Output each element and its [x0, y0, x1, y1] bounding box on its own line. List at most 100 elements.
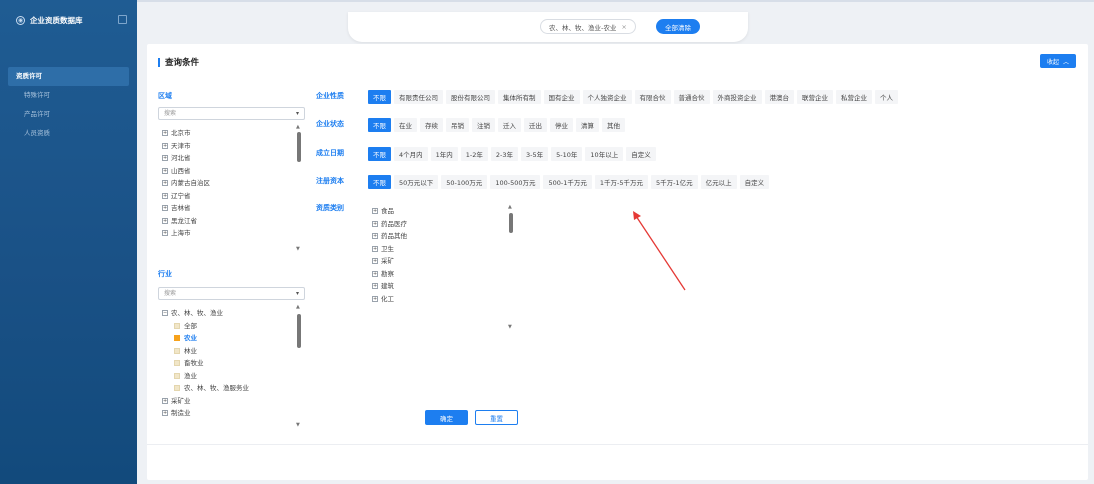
checkbox[interactable] [174, 347, 180, 354]
reset-button[interactable]: 重置 [475, 410, 518, 425]
option-chip[interactable]: 500-1千万元 [543, 175, 592, 189]
tree-item[interactable]: + 辽宁省 [162, 190, 292, 203]
option-chip[interactable]: 10年以上 [585, 147, 624, 161]
sidebar-item-product-permit[interactable]: 产品许可 [8, 105, 129, 124]
checkbox-checked[interactable] [174, 335, 180, 342]
expand-icon[interactable]: + [372, 258, 378, 265]
option-chip[interactable]: 有限合伙 [634, 90, 671, 104]
option-chip[interactable]: 不限 [368, 175, 391, 189]
expand-icon[interactable]: + [162, 192, 168, 199]
option-chip[interactable]: 自定义 [739, 175, 770, 189]
expand-icon[interactable]: + [162, 230, 168, 237]
tree-item[interactable]: + 药品医疗 [372, 218, 502, 231]
tree-item[interactable]: + 内蒙古自治区 [162, 177, 292, 190]
tree-item[interactable]: + 采矿业 [162, 395, 292, 408]
sidebar-item-qualification[interactable]: 资质许可 [8, 67, 129, 86]
clear-all-button[interactable]: 全部清除 [656, 19, 700, 34]
remove-filter-icon[interactable]: × [621, 23, 626, 31]
tree-item[interactable]: + 食品 [372, 205, 502, 218]
tree-item[interactable]: 农、林、牧、渔服务业 [162, 382, 292, 395]
sidebar-collapse-icon[interactable] [118, 15, 127, 24]
option-chip[interactable]: 停业 [550, 118, 573, 132]
option-chip[interactable]: 5-10年 [551, 147, 583, 161]
expand-icon[interactable]: + [372, 270, 378, 277]
tree-item[interactable]: 渔业 [162, 370, 292, 383]
scroll-thumb[interactable] [297, 132, 301, 162]
industry-scrollbar[interactable]: ▲ ▼ [296, 304, 302, 428]
option-chip[interactable]: 1-2年 [460, 147, 488, 161]
tree-item[interactable]: + 制造业 [162, 407, 292, 420]
tree-item[interactable]: + 建筑 [372, 280, 502, 293]
option-chip[interactable]: 迁出 [524, 118, 547, 132]
option-chip[interactable]: 外商投资企业 [712, 90, 762, 104]
expand-icon[interactable]: + [372, 295, 378, 302]
region-scrollbar[interactable]: ▲ ▼ [296, 124, 302, 252]
tree-item[interactable]: + 化工 [372, 293, 502, 306]
expand-icon[interactable]: + [162, 130, 168, 137]
expand-icon[interactable]: + [372, 283, 378, 290]
option-chip[interactable]: 清算 [576, 118, 599, 132]
option-chip[interactable]: 港澳台 [764, 90, 794, 104]
tree-item[interactable]: 畜牧业 [162, 357, 292, 370]
option-chip[interactable]: 5千万-1亿元 [651, 175, 698, 189]
scroll-down-icon[interactable]: ▼ [296, 422, 300, 428]
active-filter-tag[interactable]: 农、林、牧、渔业-农业 × [540, 19, 636, 34]
expand-icon[interactable]: + [162, 180, 168, 187]
scroll-thumb[interactable] [297, 314, 301, 348]
tree-item[interactable]: + 北京市 [162, 127, 292, 140]
option-chip[interactable]: 不限 [368, 118, 391, 132]
expand-icon[interactable]: + [162, 142, 168, 149]
option-chip[interactable]: 私营企业 [836, 90, 872, 104]
tree-item-selected[interactable]: 农业 [162, 332, 292, 345]
option-chip[interactable]: 普通合伙 [673, 90, 710, 104]
option-chip[interactable]: 集体所有制 [498, 90, 541, 104]
qualification-scrollbar[interactable]: ▲ ▼ [508, 204, 514, 330]
option-chip[interactable]: 亿元以上 [700, 175, 737, 189]
option-chip[interactable]: 在业 [394, 118, 417, 132]
expand-icon[interactable]: + [372, 233, 378, 240]
option-chip[interactable]: 国有企业 [543, 90, 580, 104]
option-chip[interactable]: 4个月内 [394, 147, 428, 161]
industry-search-input[interactable]: 搜索 ▾ [158, 287, 305, 300]
option-chip[interactable]: 1年内 [430, 147, 458, 161]
option-chip[interactable]: 迁入 [498, 118, 521, 132]
option-chip[interactable]: 联营企业 [797, 90, 833, 104]
scroll-down-icon[interactable]: ▼ [296, 246, 300, 252]
tree-item[interactable]: + 卫生 [372, 243, 502, 256]
option-chip[interactable]: 1千万-5千万元 [594, 175, 648, 189]
tree-group[interactable]: − 农、林、牧、渔业 [162, 307, 292, 320]
scroll-up-icon[interactable]: ▲ [296, 124, 300, 130]
option-chip[interactable]: 50万元以下 [394, 175, 439, 189]
expand-icon[interactable]: + [162, 410, 168, 417]
option-chip[interactable]: 不限 [368, 90, 391, 104]
tree-item[interactable]: + 上海市 [162, 227, 292, 240]
tree-item[interactable]: + 山西省 [162, 165, 292, 178]
expand-icon[interactable]: + [372, 208, 378, 215]
expand-icon[interactable]: + [162, 397, 168, 404]
expand-icon[interactable]: + [162, 205, 168, 212]
expand-icon[interactable]: + [162, 217, 168, 224]
option-chip[interactable]: 其他 [602, 118, 625, 132]
scroll-down-icon[interactable]: ▼ [508, 324, 512, 330]
sidebar-item-personnel[interactable]: 人员资质 [8, 124, 129, 143]
option-chip[interactable]: 吊销 [446, 118, 469, 132]
tree-item[interactable]: + 河北省 [162, 152, 292, 165]
expand-icon[interactable]: + [372, 220, 378, 227]
scroll-thumb[interactable] [509, 213, 513, 233]
scroll-up-icon[interactable]: ▲ [508, 204, 512, 210]
option-chip[interactable]: 注销 [472, 118, 495, 132]
expand-icon[interactable]: + [162, 155, 168, 162]
expand-icon[interactable]: + [372, 245, 378, 252]
confirm-button[interactable]: 确定 [425, 410, 468, 425]
tree-item[interactable]: + 吉林省 [162, 202, 292, 215]
option-chip[interactable]: 3-5年 [521, 147, 549, 161]
tree-item[interactable]: + 黑龙江省 [162, 215, 292, 228]
collapse-button[interactable]: 收起 ︿ [1040, 54, 1077, 68]
expand-icon[interactable]: + [162, 167, 168, 174]
tree-item[interactable]: + 天津市 [162, 140, 292, 153]
tree-item[interactable]: 全部 [162, 320, 292, 333]
option-chip[interactable]: 不限 [368, 147, 391, 161]
checkbox[interactable] [174, 385, 180, 392]
tree-item[interactable]: 林业 [162, 345, 292, 358]
collapse-icon[interactable]: − [162, 310, 168, 317]
